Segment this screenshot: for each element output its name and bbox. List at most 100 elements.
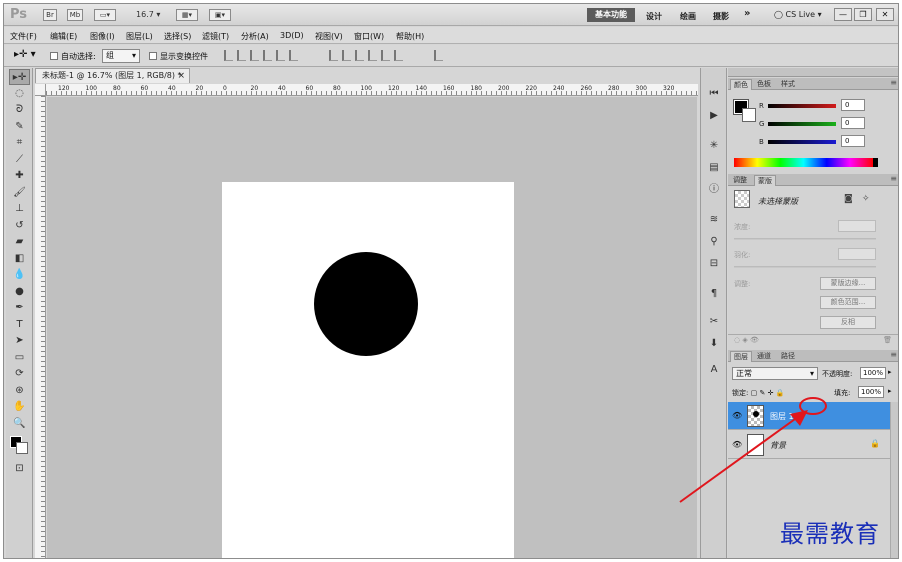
- view-extras-button[interactable]: ▭▾: [94, 9, 116, 21]
- navigator-panel-icon[interactable]: ✳: [705, 138, 723, 154]
- more-workspaces-button[interactable]: »: [744, 8, 750, 19]
- align-vcenter-icon[interactable]: [237, 50, 246, 61]
- opacity-field[interactable]: 100%: [860, 367, 886, 379]
- distribute-bottom-icon[interactable]: [355, 50, 364, 61]
- quick-mask-icon[interactable]: ⊡: [9, 461, 30, 477]
- black-circle-shape[interactable]: [314, 252, 418, 356]
- brushes-panel-icon[interactable]: ≋: [705, 212, 723, 228]
- clone-source-panel-icon[interactable]: ⚲: [705, 234, 723, 250]
- auto-select-checkbox[interactable]: [50, 52, 58, 60]
- tab-adjustments[interactable]: 调整: [730, 175, 750, 186]
- density-field[interactable]: [838, 220, 876, 232]
- animation-panel-icon[interactable]: ⬇: [705, 336, 723, 352]
- restore-button[interactable]: ❐: [854, 8, 872, 21]
- green-slider[interactable]: [768, 122, 836, 126]
- fill-slider-toggle[interactable]: ▸: [888, 387, 892, 395]
- shape-tool-icon[interactable]: ▭: [9, 350, 30, 366]
- lasso-tool-icon[interactable]: ᘐ: [9, 102, 30, 118]
- crop-tool-icon[interactable]: ⌗: [9, 135, 30, 151]
- lock-transparent-icon[interactable]: ▢: [751, 389, 758, 397]
- layers-scrollbar[interactable]: [890, 402, 898, 558]
- color-panel-background[interactable]: [742, 108, 756, 122]
- tab-paths[interactable]: 路径: [778, 351, 798, 362]
- invert-button[interactable]: 反相: [820, 316, 876, 329]
- menu-file[interactable]: 文件(F): [10, 31, 37, 42]
- menu-select[interactable]: 选择(S): [164, 31, 191, 42]
- show-transform-controls-checkbox[interactable]: [149, 52, 157, 60]
- add-pixel-mask-icon[interactable]: ◙: [844, 194, 853, 204]
- opacity-slider-toggle[interactable]: ▸: [888, 368, 892, 376]
- brush-tool-icon[interactable]: 🖌: [9, 185, 30, 201]
- menu-help[interactable]: 帮助(H): [396, 31, 424, 42]
- distribute-right-icon[interactable]: [394, 50, 403, 61]
- type-tool-icon[interactable]: T: [9, 317, 30, 333]
- distribute-hcenter-icon[interactable]: [381, 50, 390, 61]
- masks-panel-menu-icon[interactable]: ≡: [890, 174, 897, 183]
- clone-stamp-tool-icon[interactable]: ⊥: [9, 201, 30, 217]
- eraser-tool-icon[interactable]: ▰: [9, 234, 30, 250]
- lock-position-icon[interactable]: ✛: [768, 389, 774, 397]
- green-value-field[interactable]: 0: [841, 117, 865, 129]
- red-value-field[interactable]: 0: [841, 99, 865, 111]
- screen-mode-button[interactable]: ▣▾: [209, 9, 231, 21]
- hand-tool-icon[interactable]: ✋: [9, 399, 30, 415]
- eyedropper-tool-icon[interactable]: ⟋: [9, 152, 30, 168]
- blue-slider[interactable]: [768, 140, 836, 144]
- bridge-button[interactable]: Br: [43, 9, 57, 21]
- histogram-panel-icon[interactable]: ▤: [705, 160, 723, 176]
- align-hcenter-icon[interactable]: [276, 50, 285, 61]
- 3d-rotate-tool-icon[interactable]: ⟳: [9, 366, 30, 382]
- add-vector-mask-icon[interactable]: ✧: [862, 194, 870, 204]
- horizontal-ruler[interactable]: 120 100 80 60 40 20 0 20 40 60 80 100 120 140 160 180 20…: [46, 84, 698, 96]
- dodge-tool-icon[interactable]: ●: [9, 284, 30, 300]
- tool-presets-panel-icon[interactable]: ⊟: [705, 256, 723, 272]
- tab-styles[interactable]: 样式: [778, 79, 798, 90]
- tab-layers[interactable]: 图层: [730, 351, 752, 362]
- red-slider[interactable]: [768, 104, 836, 108]
- fill-field[interactable]: 100%: [858, 386, 884, 398]
- color-spectrum-bar[interactable]: [734, 158, 873, 167]
- workspace-photography[interactable]: 摄影: [713, 11, 729, 22]
- actions-panel-icon[interactable]: ▶: [705, 108, 723, 124]
- menu-image[interactable]: 图像(I): [90, 31, 115, 42]
- workspace-essentials[interactable]: 基本功能: [587, 8, 635, 22]
- history-brush-tool-icon[interactable]: ↺: [9, 218, 30, 234]
- blur-tool-icon[interactable]: 💧: [9, 267, 30, 283]
- close-document-icon[interactable]: ×: [177, 69, 185, 83]
- marquee-tool-icon[interactable]: ◌: [9, 86, 30, 102]
- mini-bridge-button[interactable]: Mb: [67, 9, 83, 21]
- background-color-swatch[interactable]: [16, 442, 28, 454]
- quick-selection-tool-icon[interactable]: ✎: [9, 119, 30, 135]
- align-right-icon[interactable]: [289, 50, 298, 61]
- distribute-left-icon[interactable]: [368, 50, 377, 61]
- move-tool-preset-picker[interactable]: ▸✛ ▾: [14, 49, 36, 60]
- workspace-painting[interactable]: 绘画: [680, 11, 696, 22]
- distribute-top-icon[interactable]: [329, 50, 338, 61]
- menu-analysis[interactable]: 分析(A): [241, 31, 269, 42]
- align-left-icon[interactable]: [263, 50, 272, 61]
- zoom-tool-icon[interactable]: 🔍: [9, 416, 30, 432]
- color-panel-menu-icon[interactable]: ≡: [890, 78, 897, 87]
- path-selection-tool-icon[interactable]: ➤: [9, 333, 30, 349]
- cs-live-button[interactable]: ◯ CS Live ▾: [774, 10, 822, 19]
- blend-mode-dropdown[interactable]: 正常 ▾: [732, 367, 818, 380]
- feather-slider[interactable]: [734, 266, 876, 268]
- arrange-documents-button[interactable]: ▦▾: [176, 9, 198, 21]
- auto-select-dropdown[interactable]: 组 ▾: [102, 49, 140, 63]
- vertical-ruler[interactable]: [35, 96, 46, 558]
- ruler-origin[interactable]: [35, 84, 46, 96]
- tab-color[interactable]: 颜色: [730, 79, 752, 90]
- document-canvas[interactable]: [222, 182, 514, 558]
- color-swatches[interactable]: [9, 435, 30, 457]
- density-slider[interactable]: [734, 238, 876, 240]
- paint-bucket-tool-icon[interactable]: ◧: [9, 251, 30, 267]
- canvas-pasteboard[interactable]: [47, 97, 697, 558]
- character-panel-icon[interactable]: A: [705, 362, 723, 378]
- menu-layer[interactable]: 图层(L): [126, 31, 153, 42]
- lock-all-icon[interactable]: 🔒: [776, 389, 785, 397]
- feather-field[interactable]: [838, 248, 876, 260]
- color-range-button[interactable]: 颜色范围...: [820, 296, 876, 309]
- close-button[interactable]: ✕: [876, 8, 894, 21]
- menu-edit[interactable]: 编辑(E): [50, 31, 77, 42]
- pen-tool-icon[interactable]: ✒: [9, 300, 30, 316]
